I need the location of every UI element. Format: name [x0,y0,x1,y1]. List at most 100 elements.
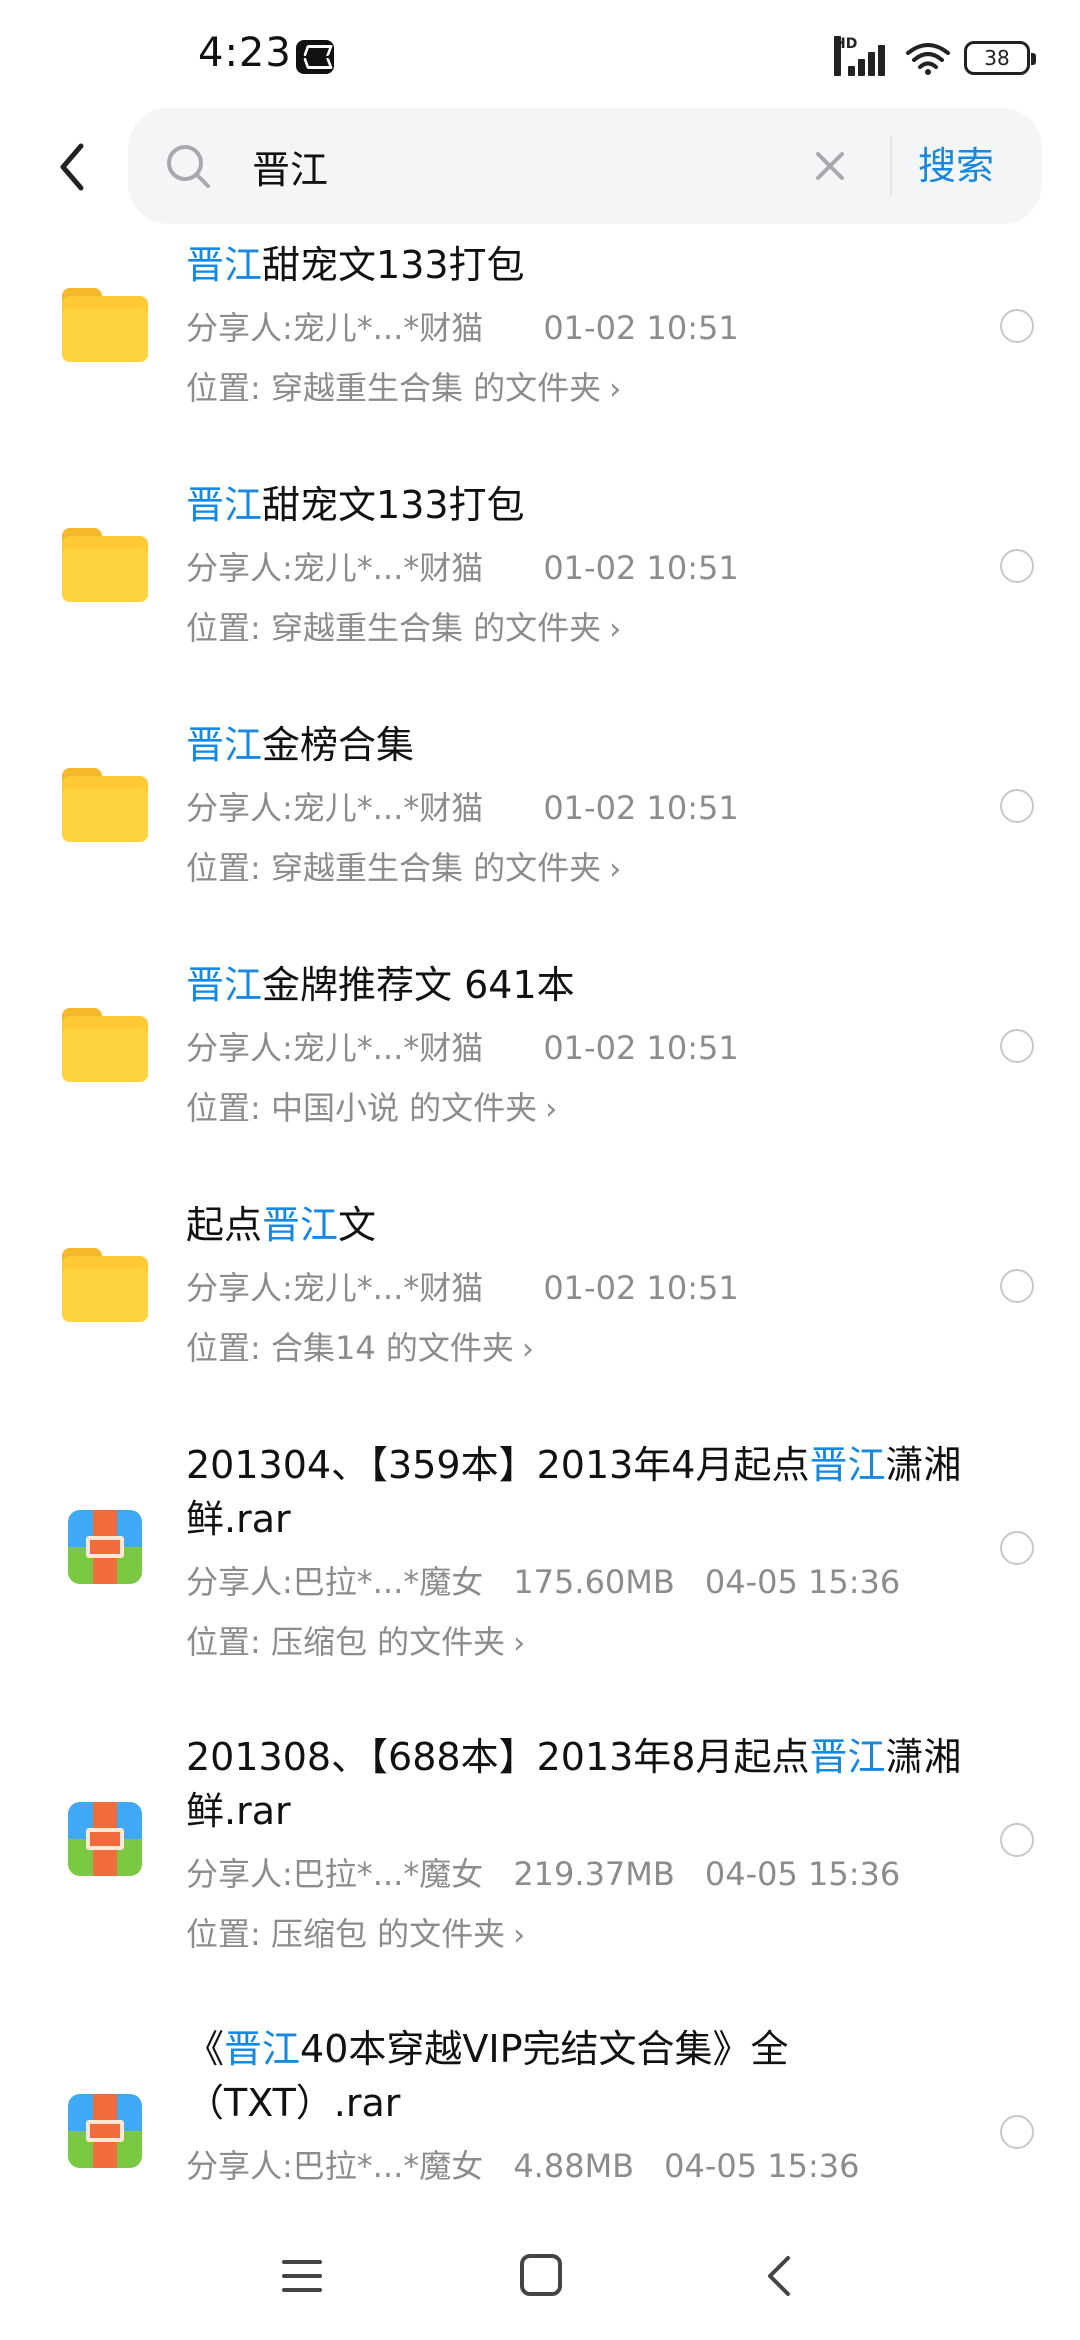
result-title: 《晋江40本穿越VIP完结文合集》全（TXT）.rar [186,2022,986,2130]
location-link[interactable]: 位置: 合集14 的文件夹 › [186,1326,534,1372]
result-title: 晋江甜宠文133打包 [186,478,986,532]
title-highlight: 晋江 [262,1203,339,1247]
result-meta: 分享人:巴拉*...*魔女 219.37MB 04-05 15:36 [186,1852,900,1896]
select-radio[interactable] [1000,309,1034,343]
result-meta: 分享人:宠儿*...*财猫 01-02 10:51 [186,546,739,590]
hd-label: HD [834,36,857,76]
select-radio[interactable] [1000,1269,1034,1303]
title-suffix: 金牌推荐文 641本 [262,963,575,1007]
sharer: 分享人:宠儿*...*财猫 [186,549,484,587]
timestamp: 01-02 10:51 [543,789,739,827]
timestamp: 04-05 15:36 [704,1563,901,1601]
title-suffix: 甜宠文133打包 [262,483,525,527]
screen: 4:23 HD 38 晋江 搜索 晋江甜宠文133打包 分享人:宠儿*...*财… [0,0,1080,2340]
location-text: 位置: 穿越重生合集 的文件夹 [186,609,602,647]
search-button[interactable]: 搜索 [918,136,994,196]
folder-icon [62,1008,148,1086]
chevron-right-icon: › [521,1332,534,1367]
sharer: 分享人:宠儿*...*财猫 [186,789,484,827]
location-link[interactable]: 位置: 穿越重生合集 的文件夹 › [186,846,621,892]
select-radio[interactable] [1000,1531,1034,1565]
location-text: 位置: 穿越重生合集 的文件夹 [186,369,602,407]
timestamp: 04-05 15:36 [704,1855,901,1893]
back-nav-icon[interactable] [760,2254,800,2298]
nav-bar [0,2220,1080,2340]
result-title: 晋江金牌推荐文 641本 [186,958,986,1012]
result-title: 晋江金榜合集 [186,718,986,772]
file-size: 219.37MB [513,1855,675,1893]
archive-icon [68,1510,154,1588]
chevron-right-icon: › [513,1626,526,1661]
timestamp: 01-02 10:51 [543,1269,739,1307]
clear-icon[interactable] [808,144,852,188]
back-button[interactable] [50,140,94,194]
result-meta: 分享人:巴拉*...*魔女 175.60MB 04-05 15:36 [186,1560,900,1604]
location-text: 位置: 穿越重生合集 的文件夹 [186,849,602,887]
location-link[interactable]: 位置: 中国小说 的文件夹 › [186,1086,557,1132]
signal-icon: HD [834,36,892,76]
timestamp: 01-02 10:51 [543,1029,739,1067]
title-prefix: 201308、【688本】2013年8月起点 [186,1735,810,1779]
capcut-icon [296,40,334,74]
location-link[interactable]: 位置: 穿越重生合集 的文件夹 › [186,606,621,652]
folder-icon [62,1248,148,1326]
title-suffix: 甜宠文133打包 [262,243,525,287]
result-meta: 分享人:宠儿*...*财猫 01-02 10:51 [186,1266,739,1310]
sharer: 分享人:巴拉*...*魔女 [186,1855,484,1893]
sharer: 分享人:巴拉*...*魔女 [186,2147,484,2185]
search-divider [890,136,892,196]
chevron-right-icon: › [609,372,622,407]
status-bar: 4:23 HD 38 [0,0,1080,110]
home-icon[interactable] [520,2254,562,2296]
result-title: 201304、【359本】2013年4月起点晋江潇湘鲜.rar [186,1438,986,1546]
result-title: 201308、【688本】2013年8月起点晋江潇湘鲜.rar [186,1730,986,1838]
location-link[interactable]: 位置: 压缩包 的文件夹 › [186,1620,525,1666]
location-text: 位置: 压缩包 的文件夹 [186,1915,506,1953]
back-icon [60,143,84,191]
select-radio[interactable] [1000,1029,1034,1063]
file-size: 175.60MB [513,1563,675,1601]
title-prefix: 《 [186,2027,225,2071]
battery-icon: 38 [964,41,1036,75]
result-meta: 分享人:宠儿*...*财猫 01-02 10:51 [186,306,739,350]
select-radio[interactable] [1000,789,1034,823]
select-radio[interactable] [1000,549,1034,583]
sharer: 分享人:宠儿*...*财猫 [186,1029,484,1067]
result-meta: 分享人:宠儿*...*财猫 01-02 10:51 [186,1026,739,1070]
archive-icon [68,1802,154,1880]
result-meta: 分享人:巴拉*...*魔女 4.88MB 04-05 15:36 [186,2144,860,2188]
search-icon [167,145,210,188]
title-suffix: 金榜合集 [262,723,415,767]
title-highlight: 晋江 [809,1443,886,1487]
title-highlight: 晋江 [186,243,263,287]
select-radio[interactable] [1000,1823,1034,1857]
search-input[interactable] [252,138,812,194]
result-meta: 分享人:宠儿*...*财猫 01-02 10:51 [186,786,739,830]
select-radio[interactable] [1000,2115,1034,2149]
status-time: 4:23 [198,30,292,76]
status-icons: HD 38 [834,36,1036,78]
chevron-right-icon: › [609,612,622,647]
title-highlight: 晋江 [224,2027,301,2071]
timestamp: 01-02 10:51 [543,309,739,347]
location-text: 位置: 中国小说 的文件夹 [186,1089,538,1127]
location-text: 位置: 合集14 的文件夹 [186,1329,514,1367]
location-link[interactable]: 位置: 压缩包 的文件夹 › [186,1912,525,1958]
location-text: 位置: 压缩包 的文件夹 [186,1623,506,1661]
title-highlight: 晋江 [186,963,263,1007]
search-box: 搜索 [128,108,1042,224]
location-link[interactable]: 位置: 穿越重生合集 的文件夹 › [186,366,621,412]
chevron-right-icon: › [513,1918,526,1953]
sharer: 分享人:宠儿*...*财猫 [186,309,484,347]
archive-icon [68,2094,154,2172]
file-size: 4.88MB [513,2147,635,2185]
menu-icon[interactable] [282,2258,324,2294]
folder-icon [62,768,148,846]
folder-icon [62,528,148,606]
title-suffix: 文 [338,1203,377,1247]
wifi-icon [906,43,950,75]
title-prefix: 201304、【359本】2013年4月起点 [186,1443,810,1487]
chevron-right-icon: › [545,1092,558,1127]
title-highlight: 晋江 [186,723,263,767]
result-title: 晋江甜宠文133打包 [186,238,986,292]
